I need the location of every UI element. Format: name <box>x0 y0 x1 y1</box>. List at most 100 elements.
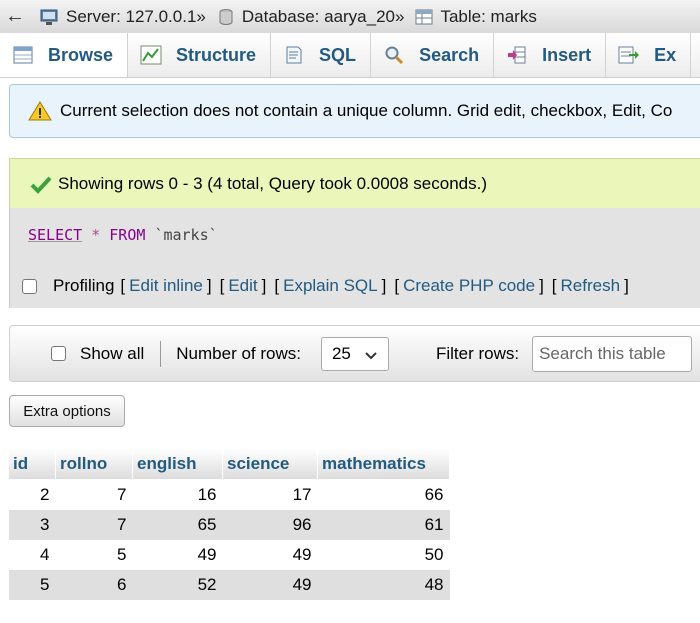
table-cell: 52 <box>132 570 223 600</box>
column-header-mathematics[interactable]: mathematics <box>317 449 450 480</box>
tab-insert-label: Insert <box>542 44 592 65</box>
filter-rows-placeholder: Search this table <box>539 343 666 363</box>
breadcrumb-database-label: Database: aarya_20 <box>241 6 395 26</box>
tab-browse-label: Browse <box>48 44 114 65</box>
navigation-bar: Show all Number of rows: 25 Filter rows:… <box>9 325 700 382</box>
table-cell: 65 <box>132 510 223 540</box>
table-cell: 6 <box>55 570 133 600</box>
chevron-down-icon <box>364 347 378 367</box>
tab-search-label: Search <box>419 44 480 65</box>
edit-link[interactable]: Edit <box>228 276 257 296</box>
bracket: [ <box>219 276 225 295</box>
table-cell: 5 <box>9 570 56 600</box>
bracket: ] <box>624 276 629 295</box>
bracket: [ <box>551 276 557 295</box>
table-cell: 16 <box>132 479 223 510</box>
table-cell: 61 <box>317 510 450 540</box>
tab-sql-label: SQL <box>319 44 357 65</box>
breadcrumb-database[interactable]: Database: aarya_20 <box>206 7 395 27</box>
bracket: [ <box>120 276 126 295</box>
table-cell: 7 <box>55 510 133 540</box>
profiling-row: Profiling [ Edit inline ] [ Edit ] [ Exp… <box>22 276 633 296</box>
breadcrumb-table-label: Table: marks <box>440 6 537 26</box>
results-table: id rollno english science mathematics 2 … <box>9 449 450 600</box>
notice-message: Current selection does not contain a uni… <box>9 84 700 138</box>
tab-bar: Browse Structure SQL Search Insert Ex <box>0 33 700 78</box>
tab-insert[interactable]: Insert <box>494 33 607 77</box>
tab-structure-label: Structure <box>176 44 257 65</box>
divider <box>160 340 162 367</box>
create-php-code-link[interactable]: Create PHP code <box>403 276 535 296</box>
refresh-link[interactable]: Refresh <box>561 276 621 296</box>
tab-browse[interactable]: Browse <box>0 33 129 77</box>
sql-keyword-from: FROM <box>109 226 146 244</box>
show-all-checkbox[interactable] <box>51 346 66 361</box>
table-cell: 2 <box>9 479 56 510</box>
bracket: ] <box>381 276 387 295</box>
success-message: Showing rows 0 - 3 (4 total, Query took … <box>9 158 700 209</box>
sql-star: * <box>91 226 101 244</box>
column-header-rollno[interactable]: rollno <box>55 449 133 480</box>
filter-rows-label: Filter rows: <box>435 343 520 363</box>
table-row: 4 5 49 49 50 <box>9 540 450 570</box>
edit-inline-link[interactable]: Edit inline <box>129 276 203 296</box>
database-icon <box>216 8 236 26</box>
column-header-id[interactable]: id <box>9 449 56 480</box>
tab-structure[interactable]: Structure <box>128 33 272 77</box>
tab-export[interactable]: Ex <box>606 33 692 77</box>
warning-icon <box>28 100 52 122</box>
column-header-science[interactable]: science <box>222 449 318 480</box>
sql-keyword-select: SELECT <box>28 226 83 244</box>
explain-sql-link[interactable]: Explain SQL <box>283 276 378 296</box>
breadcrumb-table[interactable]: Table: marks <box>404 6 537 27</box>
table-row: 5 6 52 49 48 <box>9 570 450 600</box>
notice-text: Current selection does not contain a uni… <box>60 101 673 120</box>
bracket: ] <box>206 276 212 295</box>
bracket: [ <box>274 276 280 295</box>
rows-select[interactable]: 25 <box>320 336 389 371</box>
tab-export-label: Ex <box>654 44 677 65</box>
bracket: ] <box>539 276 544 295</box>
sql-query[interactable]: SELECT * FROM `marks` <box>28 226 218 244</box>
export-icon <box>618 45 640 65</box>
breadcrumb-separator: » <box>395 6 405 26</box>
sql-query-box: SELECT * FROM `marks` Profiling [ Edit i… <box>9 208 700 308</box>
tab-sql[interactable]: SQL <box>271 33 372 77</box>
profiling-label: Profiling <box>53 276 115 295</box>
table-cell: 48 <box>317 570 450 600</box>
table-cell: 49 <box>222 570 318 600</box>
sql-icon <box>283 45 305 65</box>
check-icon <box>30 174 52 194</box>
bracket: [ <box>394 276 400 295</box>
table-header-row: id rollno english science mathematics <box>9 449 450 480</box>
insert-icon <box>506 45 528 65</box>
browse-icon <box>12 45 34 65</box>
extra-options-button[interactable]: Extra options <box>9 395 125 427</box>
show-all-label: Show all <box>80 343 145 363</box>
structure-icon <box>140 45 162 65</box>
breadcrumb-server-label: Server: 127.0.0.1 <box>66 6 197 26</box>
search-icon <box>383 45 405 65</box>
breadcrumb: ← Server: 127.0.0.1 » Database: aarya_20… <box>0 0 700 34</box>
bracket: ] <box>261 276 267 295</box>
table-cell: 4 <box>9 540 56 570</box>
tab-search[interactable]: Search <box>371 33 495 77</box>
table-cell: 66 <box>317 479 450 510</box>
table-cell: 5 <box>55 540 133 570</box>
back-arrow-icon[interactable]: ← <box>0 5 30 28</box>
profiling-checkbox[interactable] <box>22 278 37 294</box>
table-row: 3 7 65 96 61 <box>9 510 450 540</box>
success-text: Showing rows 0 - 3 (4 total, Query took … <box>58 174 488 193</box>
table-cell: 49 <box>132 540 223 570</box>
table-cell: 50 <box>317 540 450 570</box>
table-cell: 49 <box>222 540 318 570</box>
table-cell: 96 <box>222 510 318 540</box>
column-header-english[interactable]: english <box>132 449 223 480</box>
filter-rows-input[interactable]: Search this table <box>532 335 693 372</box>
table-icon <box>414 8 434 26</box>
breadcrumb-separator: » <box>196 6 206 26</box>
rows-label: Number of rows: <box>176 343 301 363</box>
breadcrumb-server[interactable]: Server: 127.0.0.1 <box>30 7 196 27</box>
table-cell: 7 <box>55 479 133 510</box>
server-icon <box>40 8 60 26</box>
